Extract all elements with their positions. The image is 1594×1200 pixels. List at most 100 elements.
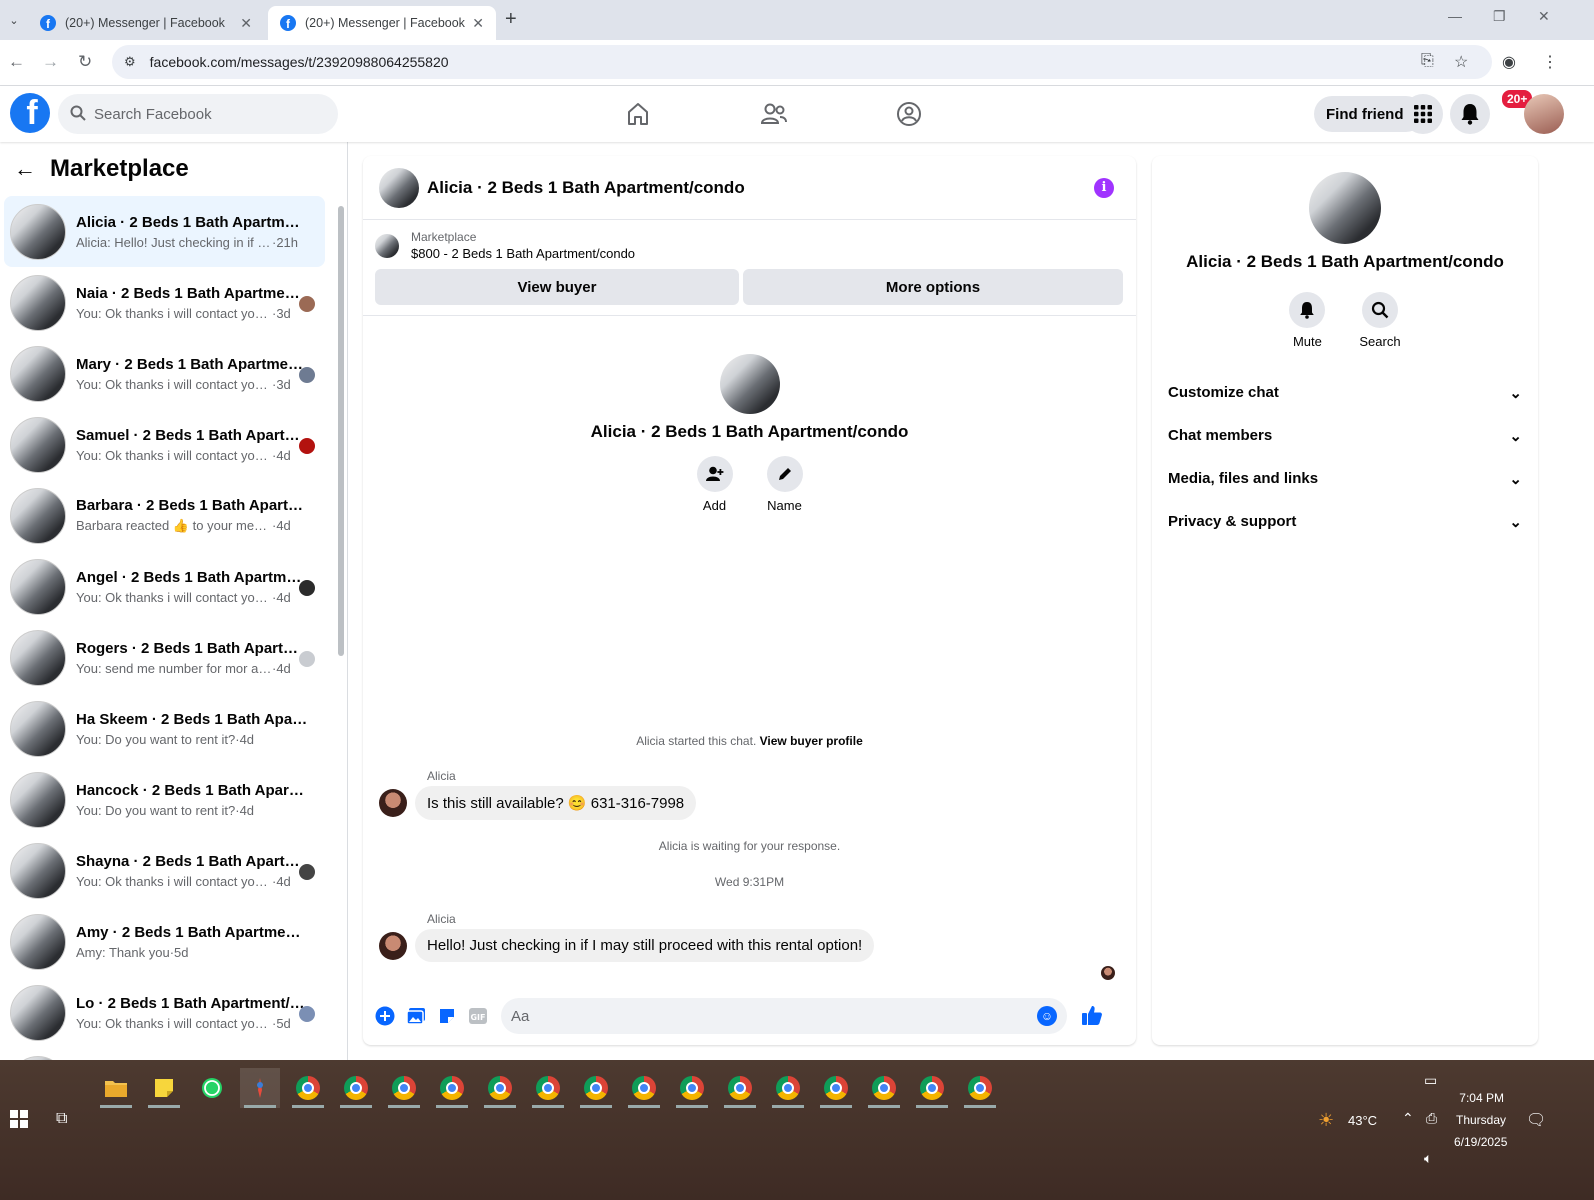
media-files-links-section[interactable]: Media, files and links ⌄ <box>1152 457 1538 500</box>
conversation-item[interactable]: Shayna · 2 Beds 1 Bath Apartment/condo Yo… <box>4 835 325 906</box>
sender-avatar[interactable] <box>379 931 407 960</box>
clock-time[interactable]: 7:04 PM <box>1458 1091 1504 1105</box>
chat-title[interactable]: Alicia · 2 Beds 1 Bath Apartment/condo <box>427 178 1094 198</box>
mute-button[interactable]: Mute <box>1289 292 1326 349</box>
sticky-notes-icon[interactable] <box>144 1068 184 1108</box>
file-explorer-icon[interactable] <box>96 1068 136 1108</box>
chrome-icon[interactable] <box>960 1068 1000 1108</box>
notification-center-icon[interactable]: 🗨︎ <box>1526 1110 1546 1130</box>
menu-grid-icon[interactable] <box>1403 94 1443 134</box>
chrome-icon[interactable] <box>768 1068 808 1108</box>
message-bubble[interactable]: Hello! Just checking in if I may still p… <box>415 929 875 962</box>
customize-chat-section[interactable]: Customize chat ⌄ <box>1152 371 1538 414</box>
chrome-icon[interactable] <box>816 1068 856 1108</box>
chrome-icon[interactable] <box>480 1068 520 1108</box>
chrome-icon[interactable] <box>384 1068 424 1108</box>
listing-title[interactable]: $800 - 2 Beds 1 Bath Apartment/condo <box>411 246 635 261</box>
back-arrow-icon[interactable]: ← <box>14 156 36 182</box>
account-avatar[interactable] <box>1524 94 1564 134</box>
search-input[interactable] <box>94 105 314 123</box>
conversation-item[interactable]: Angel · 2 Beds 1 Bath Apartment/condo You… <box>4 551 325 622</box>
network-icon[interactable]: ▭ <box>1424 1072 1437 1089</box>
facebook-logo-icon[interactable]: f <box>10 93 50 133</box>
groups-icon[interactable] <box>893 98 925 130</box>
chat-avatar[interactable] <box>379 167 419 208</box>
conversation-item[interactable]: Lo · 2 Beds 1 Bath Apartment/condo You: O… <box>4 977 325 1048</box>
emoji-icon[interactable]: ☺ <box>1037 1006 1057 1026</box>
details-avatar[interactable] <box>1309 172 1381 244</box>
omnibox[interactable]: ⚙ facebook.com/messages/t/23920988064255… <box>112 45 1492 79</box>
conversation-item[interactable]: Barbara · 2 Beds 1 Bath Apartment/condo B… <box>4 480 325 551</box>
chrome-icon[interactable] <box>672 1068 712 1108</box>
add-people-button[interactable]: Add <box>696 456 733 513</box>
more-actions-plus-icon[interactable] <box>371 1002 399 1030</box>
chrome-icon[interactable] <box>912 1068 952 1108</box>
conversation-item[interactable]: Hancock · 2 Beds 1 Bath Apartment/condo Y… <box>4 764 325 835</box>
conversation-item[interactable]: Naia · 2 Beds 1 Bath Apartment/condo You:… <box>4 267 325 338</box>
restore-icon[interactable]: ❐ <box>1493 8 1506 25</box>
temperature[interactable]: 43°C <box>1348 1113 1377 1128</box>
new-tab-icon[interactable]: + <box>505 8 517 31</box>
site-info-icon[interactable]: ⚙ <box>124 54 136 70</box>
friends-icon[interactable] <box>758 98 790 130</box>
url-text[interactable]: facebook.com/messages/t/2392098806425582… <box>150 54 449 70</box>
conversation-item[interactable]: Rogers · 2 Beds 1 Bath Apartment/condo Yo… <box>4 622 325 693</box>
volume-icon[interactable]: 🔈︎ <box>1424 1150 1432 1167</box>
whatsapp-icon[interactable] <box>192 1068 232 1108</box>
chrome-icon[interactable] <box>720 1068 760 1108</box>
sender-avatar[interactable] <box>379 789 407 817</box>
chrome-icon[interactable] <box>864 1068 904 1108</box>
minimize-icon[interactable]: — <box>1448 8 1462 24</box>
clock-date[interactable]: 6/19/2025 <box>1454 1135 1507 1149</box>
tab-search-icon[interactable]: ⌄ <box>4 10 24 30</box>
message-input-box[interactable]: ☺ <box>501 998 1067 1034</box>
search-box[interactable] <box>58 94 338 134</box>
meet-now-icon[interactable]: ⎙ <box>1426 1110 1437 1127</box>
clock-day[interactable]: Thursday <box>1456 1113 1506 1127</box>
listing-thumbnail[interactable] <box>375 233 399 258</box>
show-hidden-icons[interactable]: ⌃ <box>1402 1110 1414 1127</box>
more-options-button[interactable]: More options <box>743 269 1123 305</box>
chrome-icon[interactable] <box>528 1068 568 1108</box>
browser-tab[interactable]: f (20+) Messenger | Facebook ✕ <box>28 6 264 40</box>
conversation-item[interactable]: Ha Skeem · 2 Beds 1 Bath Apartment/condo… <box>4 693 325 764</box>
chrome-icon[interactable] <box>432 1068 472 1108</box>
profile-icon[interactable]: ◉ <box>1502 52 1516 72</box>
attach-photo-icon[interactable] <box>402 1002 430 1030</box>
notifications-bell-icon[interactable] <box>1450 94 1490 134</box>
view-buyer-profile-link[interactable]: View buyer profile <box>760 734 863 748</box>
thumbs-up-icon[interactable] <box>1081 1004 1103 1029</box>
chrome-icon[interactable] <box>288 1068 328 1108</box>
search-in-chat-button[interactable]: Search <box>1359 292 1401 349</box>
gif-icon[interactable]: GIF <box>464 1002 492 1030</box>
task-view-icon[interactable]: ⧉ <box>56 1110 67 1128</box>
home-icon[interactable] <box>622 98 654 130</box>
message-bubble[interactable]: Is this still available? 😊 631-316-7998 <box>415 786 697 820</box>
conversation-item[interactable]: Lee · 2 Beds 1 Bath Apartment/condo <box>4 1048 325 1060</box>
chrome-icon[interactable] <box>336 1068 376 1108</box>
bookmark-star-icon[interactable]: ☆ <box>1454 52 1468 72</box>
conversation-item[interactable]: Mary · 2 Beds 1 Bath Apartment/condo You:… <box>4 338 325 409</box>
privacy-support-section[interactable]: Privacy & support ⌄ <box>1152 500 1538 543</box>
close-tab-icon[interactable]: ✕ <box>472 15 484 32</box>
weather-icon[interactable]: ☀ <box>1318 1110 1334 1131</box>
install-app-icon[interactable]: ⎘ <box>1421 52 1434 70</box>
chrome-icon[interactable] <box>576 1068 616 1108</box>
browser-tab-active[interactable]: f (20+) Messenger | Facebook ✕ <box>268 6 496 40</box>
forward-icon[interactable]: → <box>42 52 59 72</box>
conversation-item[interactable]: Samuel · 2 Beds 1 Bath Apartment/condo Yo… <box>4 409 325 480</box>
conversation-item[interactable]: Alicia · 2 Beds 1 Bath Apartment/condo Al… <box>4 196 325 267</box>
chat-members-section[interactable]: Chat members ⌄ <box>1152 414 1538 457</box>
view-buyer-button[interactable]: View buyer <box>375 269 739 305</box>
chrome-icon[interactable] <box>624 1068 664 1108</box>
edit-name-button[interactable]: Name <box>766 456 803 513</box>
close-window-icon[interactable]: ✕ <box>1538 8 1550 25</box>
pinned-app-icon[interactable] <box>240 1068 280 1108</box>
back-icon[interactable]: ← <box>8 52 25 72</box>
sticker-icon[interactable] <box>433 1002 461 1030</box>
scrollbar-thumb[interactable] <box>338 206 344 656</box>
close-tab-icon[interactable]: ✕ <box>240 15 252 32</box>
reload-icon[interactable]: ↻ <box>78 52 92 72</box>
conversation-item[interactable]: Amy · 2 Beds 1 Bath Apartment/condo Amy: … <box>4 906 325 977</box>
info-icon[interactable]: i <box>1094 177 1114 198</box>
